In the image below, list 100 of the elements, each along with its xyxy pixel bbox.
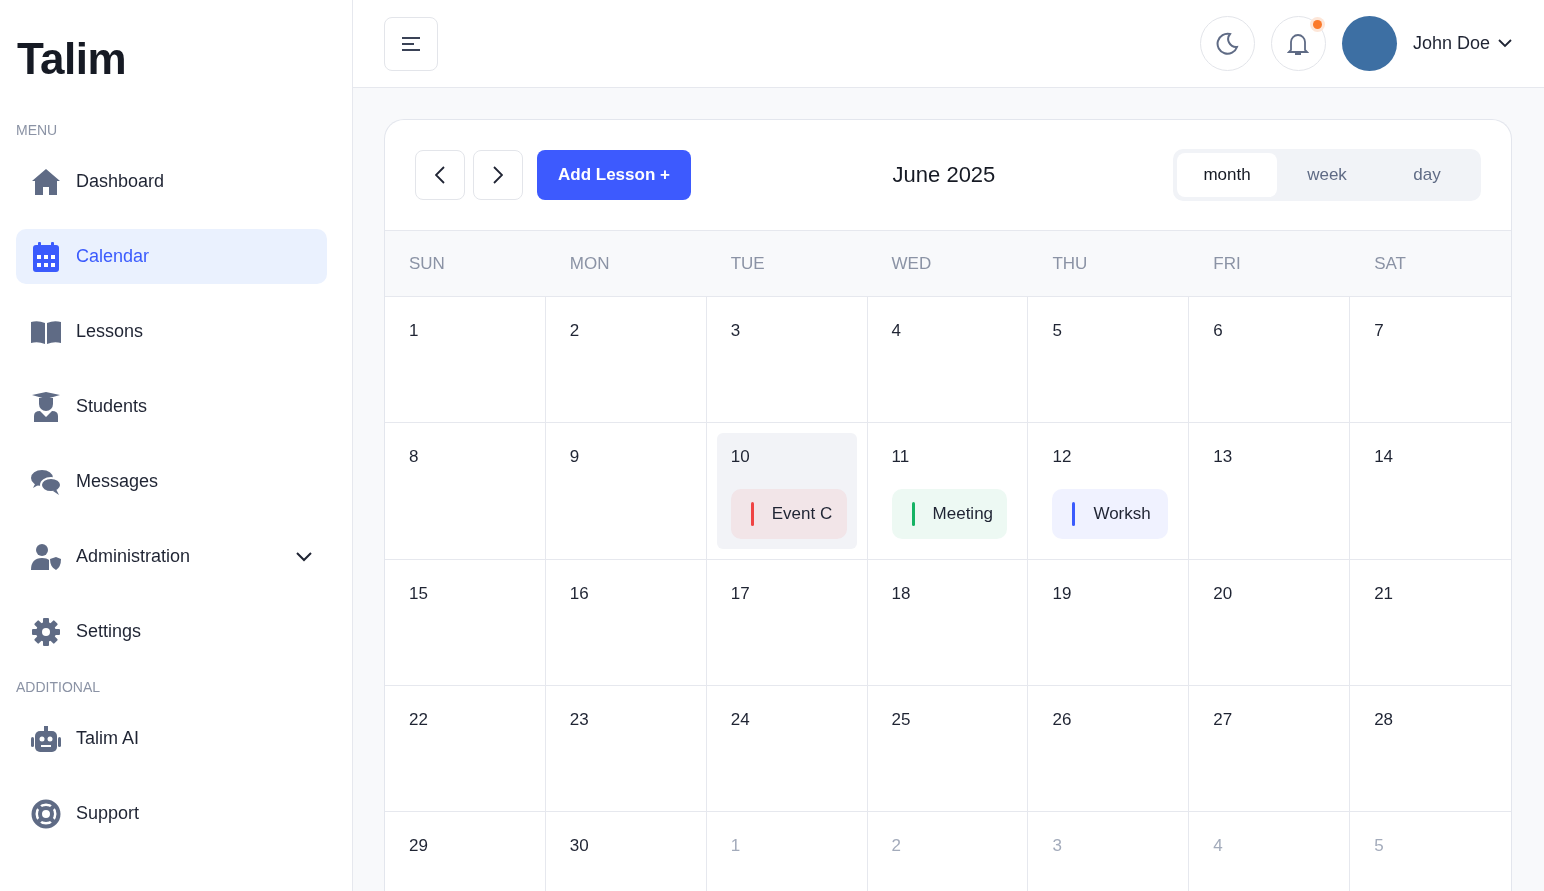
day-cell[interactable]: 2 [555,307,696,412]
day-cell[interactable]: 15 [395,570,535,675]
day-number: 26 [1052,710,1073,730]
day-cell[interactable]: 11 Meeting [877,433,1018,549]
day-cell[interactable]: 27 [1199,696,1340,801]
section-heading: MENU [16,122,59,138]
add-lesson-button[interactable]: Add Lesson + [537,150,691,200]
day-cell[interactable]: 30 [555,822,696,891]
day-cell[interactable]: 7 [1360,307,1501,412]
day-number: 22 [409,710,429,730]
sidebar-item[interactable]: Settings [16,604,327,659]
day-cell[interactable]: 23 [555,696,696,801]
event-chip[interactable]: Worksh [1052,489,1169,539]
sidebar-item[interactable]: Messages [16,454,327,509]
day-number: 30 [569,836,590,856]
chevron-left-icon [435,166,445,184]
view-tab[interactable]: week [1277,153,1377,197]
moon-icon [1215,31,1240,56]
sidebar-item[interactable]: Students [16,379,327,434]
weekday-header: SUN [385,231,546,297]
day-cell[interactable]: 16 [555,570,696,675]
day-cell[interactable]: 24 [716,696,857,801]
chevron-icon [296,551,312,562]
day-number: 16 [569,584,590,604]
day-cell[interactable]: 25 [877,696,1018,801]
view-tab[interactable]: day [1377,153,1477,197]
sidebar-item[interactable]: Lessons [16,304,327,359]
day-number: 25 [891,710,912,730]
day-number: 6 [1213,321,1224,341]
sidebar-item[interactable]: Talim AI [16,711,327,766]
book-icon [31,319,61,344]
chevron-right-icon [493,166,503,184]
day-number: 11 [891,447,911,467]
sidebar-item[interactable]: Administration [16,529,327,584]
day-number: 10 [730,447,751,467]
avatar [1341,16,1397,71]
event-chip[interactable]: Event C [730,489,847,539]
day-cell[interactable]: 9 [555,433,696,549]
day-cell[interactable]: 13 [1199,433,1340,549]
day-cell[interactable]: 4 [877,307,1018,412]
day-number: 17 [730,584,751,604]
house-icon [31,167,61,196]
day-number: 8 [409,447,420,467]
day-cell[interactable]: 8 [395,433,535,549]
day-number: 2 [569,321,581,341]
day-cell[interactable]: 3 [716,307,857,412]
menu-button[interactable] [384,16,438,71]
event-title: Worksh [1093,504,1151,524]
day-number: 1 [409,321,420,341]
graduate-icon [32,391,60,422]
day-number: 12 [1052,447,1073,467]
day-number: 5 [1052,321,1063,341]
event-chip[interactable]: Meeting [891,489,1008,539]
day-number: 4 [1213,836,1224,856]
lifebuoy-icon [31,798,61,829]
day-number: 9 [569,447,581,467]
user-shield-icon [31,543,61,570]
day-number: 2 [891,836,903,856]
day-number: 18 [891,584,912,604]
weekday-header: MON [545,231,707,297]
day-number: 13 [1213,447,1234,467]
day-number: 15 [409,584,429,604]
day-cell[interactable]: 28 [1360,696,1501,801]
day-number: 20 [1213,584,1234,604]
day-number: 27 [1213,710,1234,730]
day-cell[interactable]: 18 [877,570,1018,675]
user-menu[interactable]: John Doe [1412,33,1512,54]
gear-icon [32,617,60,646]
day-number: 24 [730,710,751,730]
sidebar-item[interactable]: Dashboard [16,154,327,209]
day-cell[interactable]: 14 [1360,433,1501,549]
bell-icon [1287,31,1310,56]
day-cell[interactable]: 10 Event C [716,433,857,549]
day-cell[interactable]: 17 [716,570,857,675]
day-number: 29 [409,836,429,856]
day-cell[interactable]: 6 [1199,307,1340,412]
day-cell[interactable]: 19 [1038,570,1179,675]
day-cell[interactable]: 1 [395,307,535,412]
app-logo: Talim [17,34,128,84]
day-cell[interactable]: 5 [1038,307,1179,412]
chat-bubbles-icon [31,468,61,495]
day-number: 5 [1374,836,1385,856]
weekday-header: WED [867,231,1029,297]
sidebar-item[interactable]: Support [16,786,327,841]
section-heading: ADDITIONAL [16,679,101,695]
day-number: 7 [1374,321,1385,341]
chevron-icon [1498,39,1512,48]
day-cell[interactable]: 20 [1199,570,1340,675]
day-number: 19 [1052,584,1073,604]
event-title: Event C [771,504,833,524]
event-title: Meeting [932,504,994,524]
day-cell[interactable]: 26 [1038,696,1179,801]
day-cell[interactable]: 12 Worksh [1038,433,1179,549]
view-tab[interactable]: month [1177,153,1277,197]
day-cell[interactable]: 22 [395,696,535,801]
day-cell[interactable]: 29 [395,822,535,891]
day-cell[interactable]: 21 [1360,570,1501,675]
robot-icon [31,725,61,752]
weekday-header: THU [1028,231,1190,297]
sidebar-item[interactable]: Calendar [16,229,327,284]
